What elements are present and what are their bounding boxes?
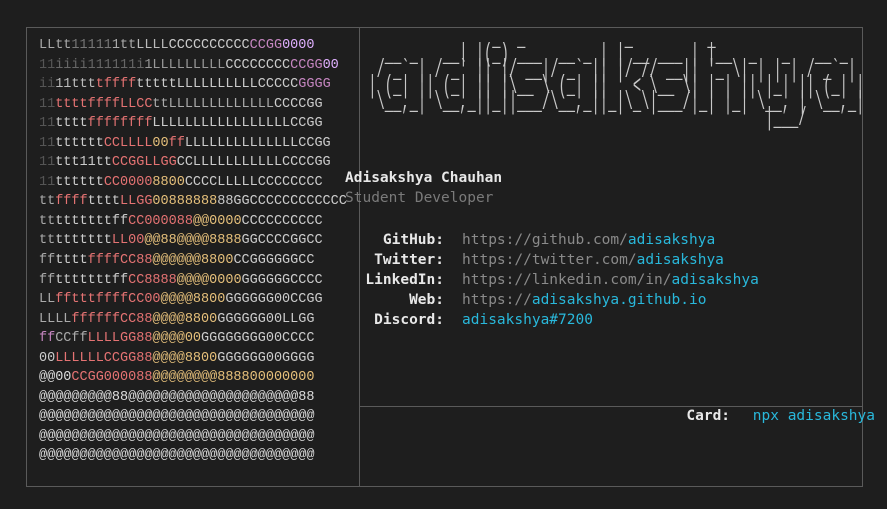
card-footer: Card: npx adisakshya bbox=[686, 408, 875, 424]
link-prefix[interactable]: https:// bbox=[462, 290, 532, 310]
link-row-twitter[interactable]: Twitter: https://twitter.com/ adisakshya bbox=[345, 250, 759, 270]
links-list: GitHub: https://github.com/ adisakshya T… bbox=[345, 230, 759, 330]
ascii-art-row: LLLLffffffCC88@@@@8800GGGGGG00LLGG bbox=[39, 311, 315, 327]
ascii-art-row: ffCCffLLLLGG88@@@@00GGGGGGGG00CCCC bbox=[39, 331, 315, 347]
link-prefix[interactable]: https://linkedin.com/in/ bbox=[462, 270, 672, 290]
ascii-art-row: 11ttttttCCLLLL00ffLLLLLLLLLLLLLLCCGG bbox=[39, 135, 331, 151]
link-label: Twitter: bbox=[374, 252, 444, 268]
ascii-art-row: ttffffttttLLGG0088888888GGCCCCCCCCCCCC bbox=[39, 194, 347, 210]
profile-name: Adisakshya Chauhan bbox=[345, 170, 503, 186]
ascii-art-row: 11ttttffffffffLLLLLLLLLLLLLLLLLCCGG bbox=[39, 116, 323, 132]
ascii-art-row: 00LLLLLLCCGG88@@@@8800GGGGGG00GGGG bbox=[39, 350, 315, 366]
link-handle[interactable]: adisakshya#7200 bbox=[462, 310, 593, 330]
link-handle[interactable]: adisakshya bbox=[628, 230, 715, 250]
ascii-art-row: LLtt111111ttLLLLCCCCCCCCCCCCGG0000 bbox=[39, 38, 315, 53]
link-label: Web: bbox=[409, 292, 444, 308]
link-label: LinkedIn: bbox=[365, 272, 444, 288]
ascii-art-row: 11ttt11ttCCGGLLGGCCLLLLLLLLLLLCCCCGG bbox=[39, 155, 331, 171]
ascii-art-row: @@@@@@@@@@@@@@@@@@@@@@@@@@@@@@@@@@ bbox=[39, 428, 315, 444]
ascii-art-row: ffttttffffCC88@@@@@@8800CCGGGGGGCC bbox=[39, 253, 315, 269]
ascii-art-row: @@@@@@@@@@@@@@@@@@@@@@@@@@@@@@@@@@ bbox=[39, 448, 315, 464]
ascii-art-row: 11ttttffffLLCCttLLLLLLLLLLLLLCCCCGG bbox=[39, 96, 323, 112]
link-row-web[interactable]: Web: https:// adisakshya.github.io bbox=[345, 290, 759, 310]
link-label: GitHub: bbox=[382, 232, 444, 248]
link-handle[interactable]: adisakshya.github.io bbox=[532, 290, 707, 310]
link-prefix[interactable]: https://github.com/ bbox=[462, 230, 628, 250]
ascii-art-row: LLfftttffffCC00@@@@8800GGGGGG00CCGG bbox=[39, 292, 323, 308]
profile-role: Student Developer bbox=[345, 190, 494, 206]
ascii-art-row: tttttttttLL00@@88@@@@8888GGCCCCGGCC bbox=[39, 233, 323, 249]
ascii-art-row: ii11ttttfffftttttLLLLLLLLLLCCCCCGGGG bbox=[39, 77, 331, 93]
ascii-art-row: 11iiii111111i1LLLLLLLLLCCCCCCCCCCGG00 bbox=[39, 57, 339, 73]
link-row-linkedin[interactable]: LinkedIn: https://linkedin.com/in/ adisa… bbox=[345, 270, 759, 290]
horizontal-divider bbox=[359, 406, 862, 407]
link-row-discord[interactable]: Discord: adisakshya#7200 bbox=[345, 310, 759, 330]
ascii-art-row: @@@@@@@@@@@@@@@@@@@@@@@@@@@@@@@@@@ bbox=[39, 409, 315, 425]
link-row-github[interactable]: GitHub: https://github.com/ adisakshya bbox=[345, 230, 759, 250]
ascii-portrait: LLtt111111ttLLLLCCCCCCCCCCCCGG0000 11iiii… bbox=[39, 36, 347, 466]
ascii-name-banner: _ _ _ _ __ _ __| |(_) ___ __ _ | | __ __… bbox=[368, 23, 865, 133]
link-label: Discord: bbox=[374, 312, 444, 328]
link-prefix[interactable]: https://twitter.com/ bbox=[462, 250, 637, 270]
npx-command[interactable]: npx adisakshya bbox=[753, 408, 875, 424]
ascii-art-row: 11ttttttCC00008800CCCCLLLLLCCCCCCCC bbox=[39, 174, 323, 190]
link-handle[interactable]: adisakshya bbox=[672, 270, 759, 290]
footer-label: Card: bbox=[686, 408, 731, 424]
ascii-art-row: tttttttttffCC000088@@0000CCCCCCCCCC bbox=[39, 213, 323, 229]
ascii-art-row: @@00CCGG000088@@@@@@@@888800000000 bbox=[39, 370, 315, 386]
ascii-art-row: fftttttttffCC8888@@@@0000GGGGGGCCCC bbox=[39, 272, 323, 288]
link-handle[interactable]: adisakshya bbox=[637, 250, 724, 270]
ascii-art-row: @@@@@@@@@88@@@@@@@@@@@@@@@@@@@@@88 bbox=[39, 389, 315, 405]
